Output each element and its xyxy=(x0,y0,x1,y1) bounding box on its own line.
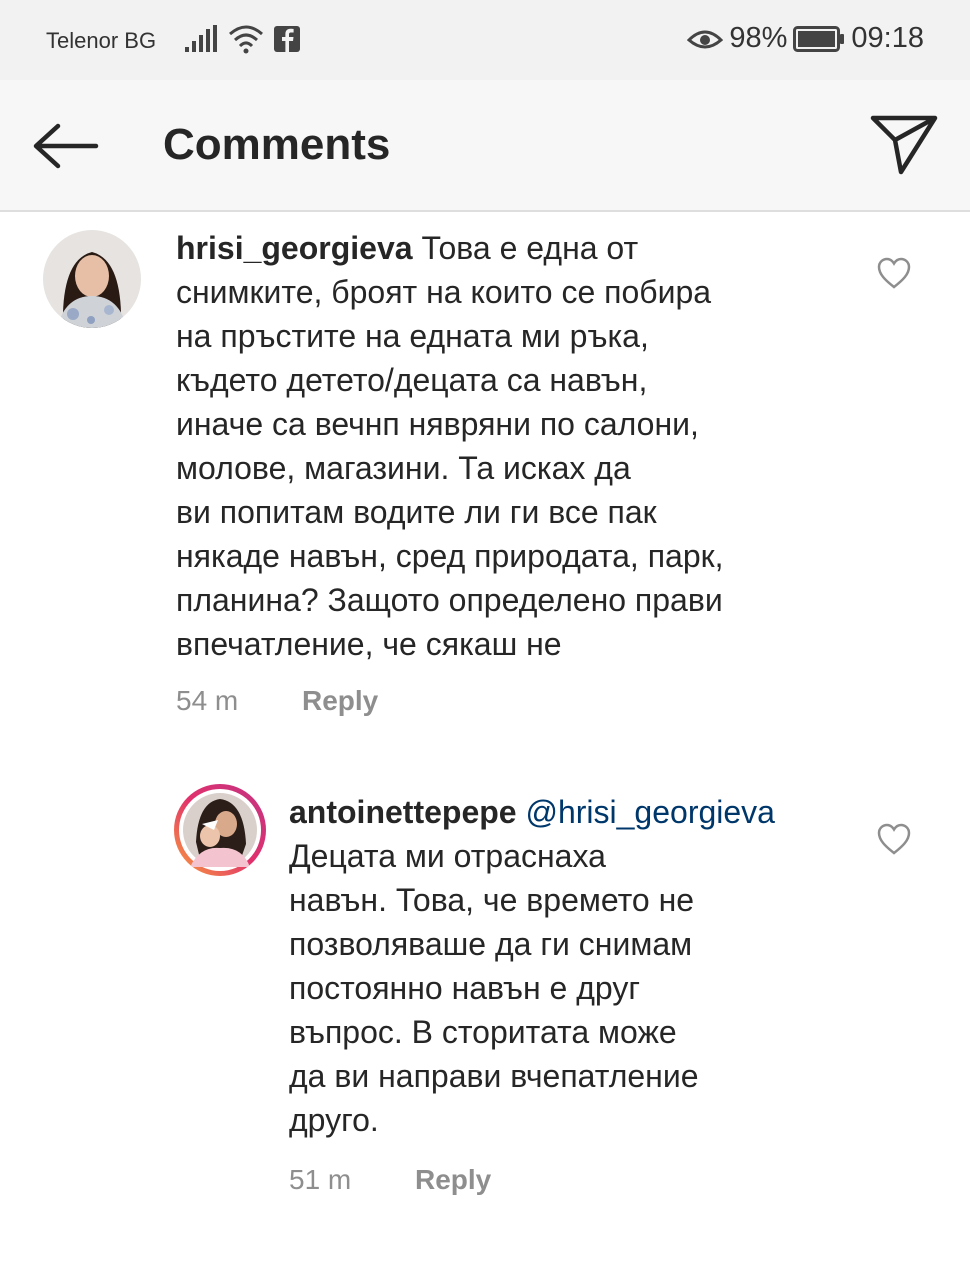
signal-icon xyxy=(185,25,217,52)
share-button[interactable] xyxy=(868,112,940,178)
comment-username[interactable]: hrisi_georgieva xyxy=(176,230,413,266)
comment-username[interactable]: antoinettepepe xyxy=(289,794,517,830)
back-button[interactable] xyxy=(30,116,100,176)
facebook-icon xyxy=(274,26,300,52)
wifi-icon xyxy=(229,25,263,54)
reply-comment-item: antoinettepepe @hrisi_georgieva Децата м… xyxy=(0,770,970,1220)
comment-timestamp: 54 m xyxy=(176,685,239,716)
paper-plane-icon xyxy=(870,115,938,175)
avatar[interactable] xyxy=(43,230,141,328)
eye-icon xyxy=(687,30,724,48)
battery-icon xyxy=(793,25,845,52)
battery-percent: 98% xyxy=(729,22,788,54)
comment-body: Това е една от снимките, броят на които … xyxy=(176,230,724,662)
page-title: Comments xyxy=(163,120,391,169)
comments-header: Comments xyxy=(0,80,970,212)
heart-icon[interactable] xyxy=(876,822,912,856)
reply-button[interactable]: Reply xyxy=(302,685,378,717)
comment-text: hrisi_georgieva Това е една от снимките,… xyxy=(176,226,856,666)
comment-item: hrisi_georgieva Това е една от снимките,… xyxy=(0,212,970,752)
comment-timestamp: 51 m xyxy=(289,1164,352,1195)
comment-text: antoinettepepe @hrisi_georgieva Децата м… xyxy=(289,790,869,1142)
heart-icon[interactable] xyxy=(876,256,912,290)
comment-body: Децата ми отраснаха навън. Това, че врем… xyxy=(289,838,699,1138)
status-right: 98% 09:18 xyxy=(687,22,924,55)
reply-button[interactable]: Reply xyxy=(415,1164,491,1196)
avatar[interactable] xyxy=(174,784,266,876)
status-bar: Telenor BG 98% 09:18 xyxy=(0,0,970,80)
mention-link[interactable]: @hrisi_georgieva xyxy=(517,794,775,830)
carrier-name: Telenor BG xyxy=(46,28,157,53)
clock: 09:18 xyxy=(851,22,924,54)
status-icons xyxy=(184,24,300,54)
arrow-left-icon xyxy=(33,123,99,169)
